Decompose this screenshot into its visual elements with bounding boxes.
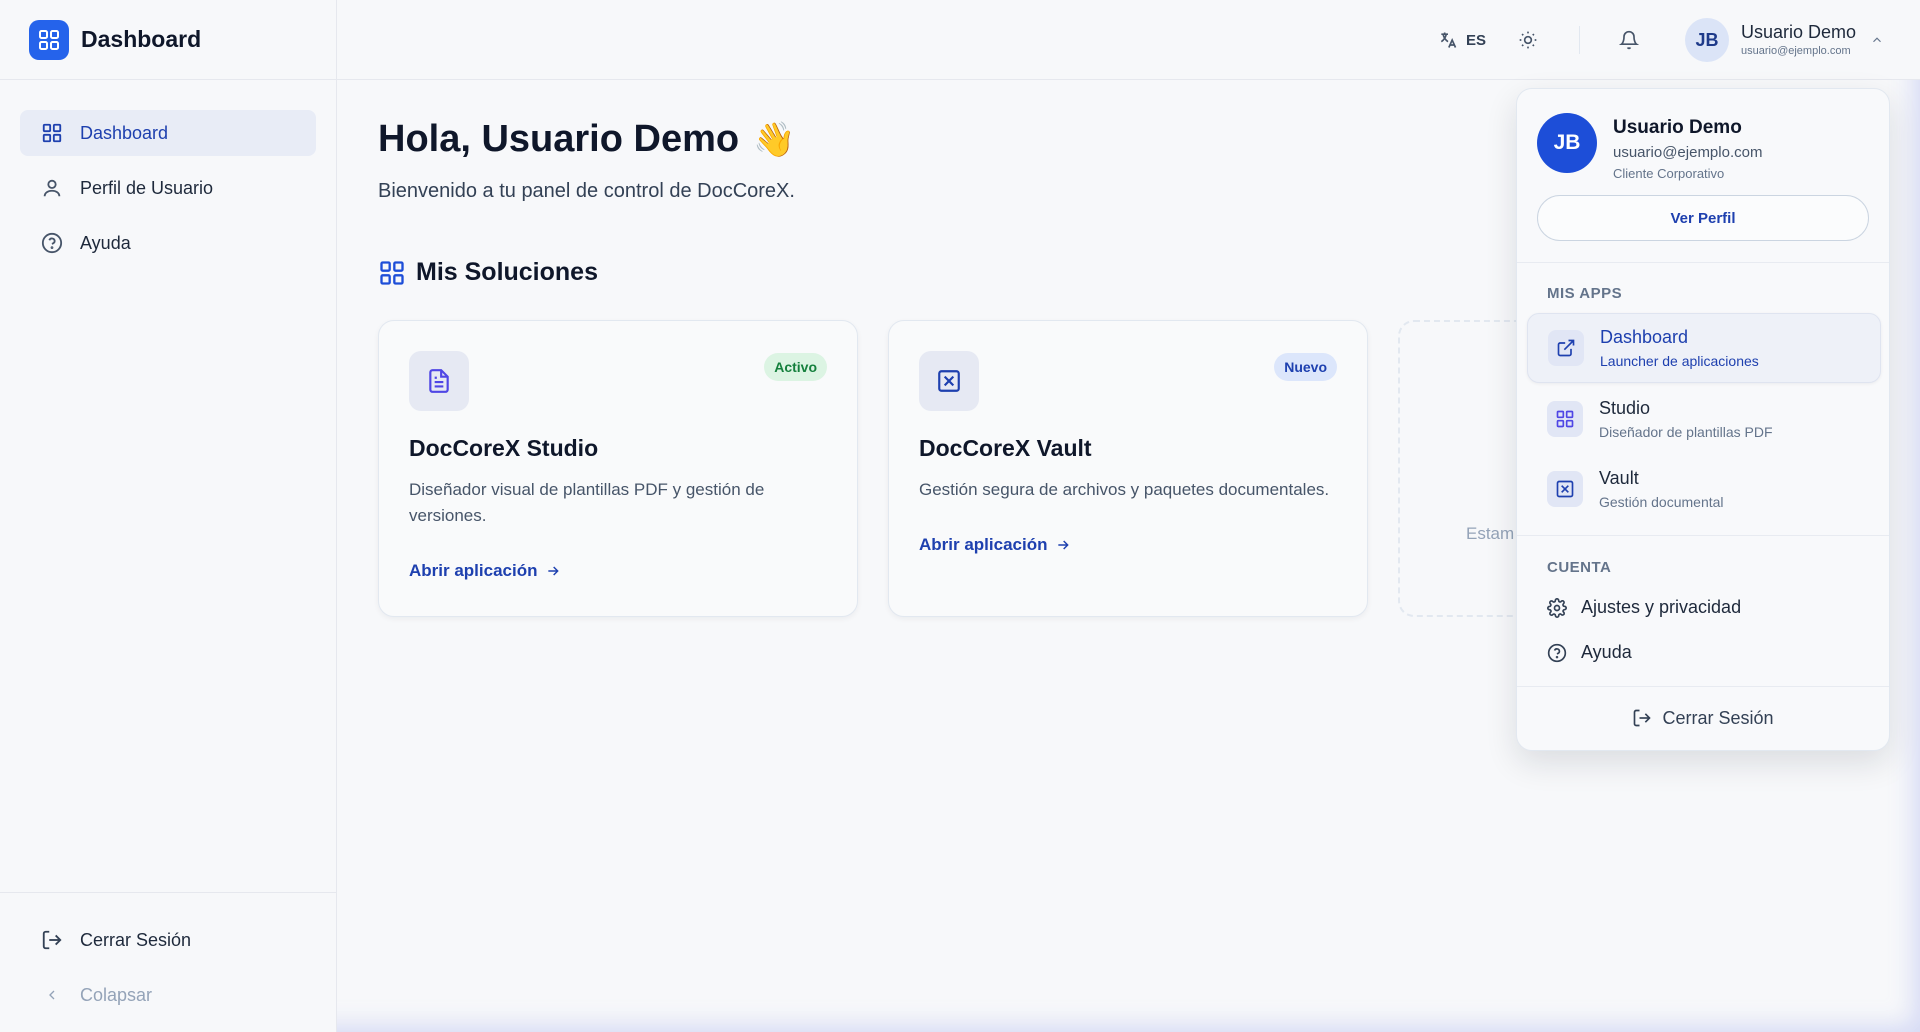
grid-icon (40, 121, 64, 145)
document-icon (409, 351, 469, 411)
vault-icon (919, 351, 979, 411)
language-label: ES (1465, 31, 1486, 49)
user-icon (40, 176, 64, 200)
theme-toggle-button[interactable] (1508, 20, 1548, 60)
dropdown-profile: JB Usuario Demo usuario@ejemplo.com Clie… (1537, 113, 1762, 181)
brand-title: Dashboard (81, 26, 202, 52)
user-email: usuario@ejemplo.com (1741, 45, 1851, 58)
app-meta: Vault Gestión documental (1599, 468, 1724, 510)
collapse-button[interactable]: Colapsar (20, 972, 316, 1018)
welcome-text: Bienvenido a tu panel de control de DocC… (378, 180, 795, 202)
logout-button[interactable]: Cerrar Sesión (20, 917, 316, 963)
help-menu-item[interactable]: Ayuda (1547, 642, 1632, 663)
open-app-link[interactable]: Abrir aplicación (409, 561, 561, 581)
dropdown-logout-button[interactable]: Cerrar Sesión (1517, 686, 1889, 750)
sidebar-item-label: Ayuda (80, 232, 131, 253)
app-meta: Studio Diseñador de plantillas PDF (1599, 398, 1773, 440)
card-title: DocCoreX Studio (409, 435, 599, 461)
account-section-title: CUENTA (1547, 559, 1612, 576)
dropdown-divider (1517, 262, 1889, 263)
chevron-up-icon (1873, 37, 1881, 43)
apps-section-title: MIS APPS (1547, 285, 1623, 302)
open-app-label: Abrir aplicación (919, 535, 1048, 554)
help-label: Ayuda (1581, 642, 1632, 662)
language-button[interactable]: ES (1427, 20, 1497, 60)
vault-icon (1547, 471, 1583, 507)
app-name: Vault (1599, 468, 1639, 488)
sidebar-item-dashboard[interactable]: Dashboard (20, 110, 316, 156)
open-app-link[interactable]: Abrir aplicación (919, 535, 1071, 555)
settings-menu-item[interactable]: Ajustes y privacidad (1547, 597, 1741, 618)
sun-icon (1519, 31, 1537, 49)
sidebar-nav: Dashboard Perfil de Usuario Ayuda (0, 80, 336, 266)
logout-icon (40, 928, 64, 952)
greeting-text: Hola, Usuario Demo (378, 118, 740, 160)
section-title-label: Mis Soluciones (416, 258, 598, 286)
solution-card-studio: Activo DocCoreX Studio Diseñador visual … (378, 320, 858, 617)
sidebar-item-label: Perfil de Usuario (80, 177, 214, 198)
card-description: Gestión segura de archivos y paquetes do… (919, 480, 1330, 499)
sidebar-item-help[interactable]: Ayuda (20, 220, 316, 266)
app-name: Dashboard (1600, 327, 1689, 347)
translate-icon (1440, 32, 1457, 48)
dropdown-user-meta: Usuario Demo usuario@ejemplo.com Cliente… (1613, 113, 1762, 181)
app-meta: Dashboard Launcher de aplicaciones (1600, 327, 1759, 369)
app-name: Studio (1599, 398, 1651, 418)
settings-label: Ajustes y privacidad (1581, 597, 1742, 617)
user-dropdown-menu: JB Usuario Demo usuario@ejemplo.com Clie… (1516, 88, 1890, 751)
sidebar: Dashboard Dashboard Perfil de Usuario Ay… (0, 0, 337, 1032)
view-profile-button[interactable]: Ver Perfil (1537, 195, 1869, 241)
logout-label: Cerrar Sesión (80, 929, 192, 950)
dropdown-divider (1517, 535, 1889, 536)
user-menu-button[interactable]: JB Usuario Demo usuario@ejemplo.com (1685, 14, 1884, 66)
sidebar-item-label: Dashboard (80, 122, 169, 143)
external-link-icon (1548, 330, 1584, 366)
open-app-label: Abrir aplicación (409, 561, 538, 580)
top-header: ES JB Usuario Demo usuario@ejemplo.com (337, 0, 1920, 80)
help-circle-icon (1547, 643, 1567, 662)
gear-icon (1547, 597, 1567, 618)
wave-emoji: 👋 (753, 120, 796, 159)
chevron-left-icon (40, 983, 64, 1007)
app-subtitle: Launcher de aplicaciones (1600, 353, 1759, 369)
arrow-right-icon (1058, 540, 1070, 550)
status-badge: Nuevo (1274, 353, 1337, 381)
notifications-button[interactable] (1609, 20, 1649, 60)
dropdown-user-email: usuario@ejemplo.com (1613, 144, 1763, 161)
card-title: DocCoreX Vault (919, 435, 1092, 461)
help-circle-icon (40, 231, 64, 255)
page-title: Hola, Usuario Demo 👋 (378, 118, 795, 161)
app-item-dashboard[interactable]: Dashboard Launcher de aplicaciones (1527, 313, 1881, 383)
brand-logo-icon[interactable] (29, 19, 69, 60)
solution-card-vault: Nuevo DocCoreX Vault Gestión segura de a… (888, 320, 1368, 617)
grid-icon (1547, 401, 1583, 437)
collapse-label: Colapsar (80, 984, 153, 1005)
sidebar-item-profile[interactable]: Perfil de Usuario (20, 165, 316, 211)
placeholder-card-text: Estam (1466, 524, 1515, 543)
app-item-studio[interactable]: Studio Diseñador de plantillas PDF (1527, 384, 1881, 454)
app-subtitle: Gestión documental (1599, 494, 1724, 510)
avatar: JB (1537, 113, 1597, 173)
brand: Dashboard (0, 0, 336, 80)
app-subtitle: Diseñador de plantillas PDF (1599, 424, 1773, 440)
card-description: Diseñador visual de plantillas PDF y ges… (409, 480, 765, 525)
dropdown-logout-label: Cerrar Sesión (1662, 707, 1774, 728)
header-divider (1579, 26, 1580, 54)
arrow-right-icon (548, 566, 560, 576)
app-window: Dashboard Dashboard Perfil de Usuario Ay… (0, 0, 1920, 1032)
grid-icon (380, 260, 404, 285)
logout-icon (1634, 709, 1652, 727)
dropdown-user-role: Cliente Corporativo (1613, 166, 1725, 181)
dropdown-user-name: Usuario Demo (1613, 117, 1742, 138)
section-title: Mis Soluciones (378, 258, 598, 287)
user-name: Usuario Demo (1741, 21, 1857, 42)
user-meta: Usuario Demo usuario@ejemplo.com (1741, 21, 1857, 58)
status-badge: Activo (764, 353, 827, 381)
app-item-vault[interactable]: Vault Gestión documental (1527, 454, 1881, 524)
avatar: JB (1685, 18, 1729, 62)
sidebar-footer: Cerrar Sesión Colapsar (0, 892, 336, 1032)
bell-icon (1619, 30, 1639, 50)
